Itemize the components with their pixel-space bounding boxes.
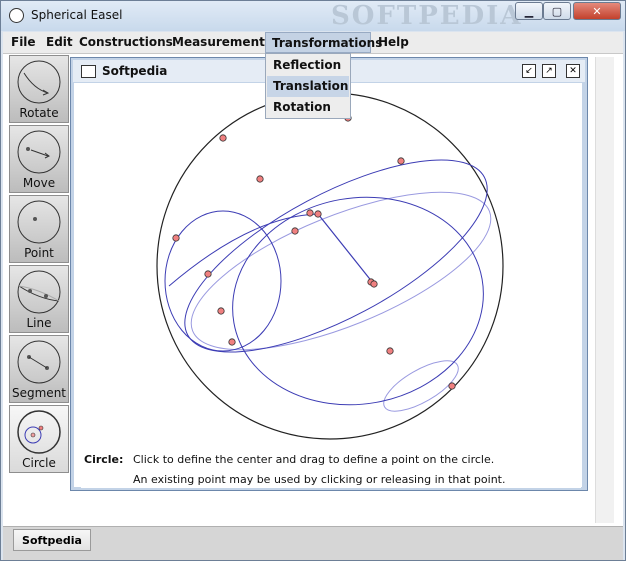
tool-label-segment: Segment — [12, 386, 66, 400]
tool-point[interactable]: Point — [9, 195, 69, 263]
app-icon — [9, 8, 24, 23]
circle-right — [232, 196, 484, 406]
tool-palette: Rotate Move Point Line Segment Circle — [9, 55, 69, 473]
maximize-button[interactable]: ▢ — [543, 2, 571, 20]
line-icon — [17, 270, 61, 314]
vertical-scrollbar[interactable] — [595, 57, 614, 523]
menu-transformations[interactable]: Transformations — [265, 32, 382, 53]
point-11 — [228, 338, 236, 346]
menu-file[interactable]: File — [5, 32, 42, 53]
tool-label-move: Move — [22, 176, 56, 190]
point-2 — [256, 175, 264, 183]
inner-window-icon — [81, 65, 96, 78]
segment-icon — [17, 340, 61, 384]
tool-label-line: Line — [26, 316, 52, 330]
hint-label: Circle: — [84, 453, 124, 466]
circle-left — [164, 210, 282, 352]
point-15 — [448, 382, 456, 390]
inner-window-title: Softpedia — [102, 64, 168, 78]
iconify-button[interactable]: ↙ — [522, 64, 536, 78]
rotate-icon — [17, 60, 61, 104]
move-icon — [17, 130, 61, 174]
point-14 — [386, 347, 394, 355]
inner-window: Softpedia ↙ ↗ ✕ — [70, 57, 588, 491]
arc-segment — [168, 213, 319, 287]
tool-rotate[interactable]: Rotate — [9, 55, 69, 123]
taskbar-item-softpedia[interactable]: Softpedia — [13, 529, 91, 551]
tool-label-point: Point — [24, 246, 54, 260]
point-9 — [204, 270, 212, 278]
point-5 — [172, 234, 180, 242]
circle-tool-icon — [17, 410, 61, 454]
title-bar: Spherical Easel SOFTPEDIA ▁ ▢ ✕ — [1, 1, 625, 31]
hint-panel: Circle: Click to define the center and d… — [81, 452, 581, 488]
menu-measurements[interactable]: Measurements — [166, 32, 278, 53]
point-13 — [370, 280, 378, 288]
tool-circle[interactable]: Circle — [9, 405, 69, 473]
segment — [317, 213, 374, 284]
menu-item-reflection[interactable]: Reflection — [267, 55, 349, 76]
watermark: SOFTPEDIA — [331, 1, 523, 31]
minimize-button[interactable]: ▁ — [515, 2, 543, 20]
transformations-dropdown: Reflection Translation Rotation — [265, 53, 351, 119]
great-circle-back — [190, 191, 492, 351]
point-4 — [397, 157, 405, 165]
tool-segment[interactable]: Segment — [9, 335, 69, 403]
menu-help[interactable]: Help — [372, 32, 415, 53]
tool-label-rotate: Rotate — [19, 106, 59, 120]
point-8 — [291, 227, 299, 235]
point-7 — [314, 210, 322, 218]
menu-bar: File Edit Constructions Measurements Tra… — [3, 32, 623, 54]
hint-line-1: Click to define the center and drag to d… — [133, 453, 495, 466]
menu-item-translation[interactable]: Translation — [267, 76, 349, 97]
task-bar: Softpedia — [3, 526, 623, 560]
point-1 — [219, 134, 227, 142]
tool-move[interactable]: Move — [9, 125, 69, 193]
menu-item-rotation[interactable]: Rotation — [267, 97, 349, 118]
point-6 — [306, 209, 314, 217]
point-10 — [217, 307, 225, 315]
app-window: Spherical Easel SOFTPEDIA ▁ ▢ ✕ File Edi… — [0, 0, 626, 561]
menu-constructions[interactable]: Constructions — [73, 32, 179, 53]
tool-line[interactable]: Line — [9, 265, 69, 333]
close-button[interactable]: ✕ — [573, 2, 621, 20]
sphere-canvas[interactable] — [74, 83, 582, 487]
maximize-inner-button[interactable]: ↗ — [542, 64, 556, 78]
point-icon — [17, 200, 61, 244]
close-inner-button[interactable]: ✕ — [566, 64, 580, 78]
tool-label-circle: Circle — [22, 456, 56, 470]
window-title: Spherical Easel — [31, 8, 123, 22]
hint-line-2: An existing point may be used by clickin… — [133, 473, 506, 486]
sphere-drawing — [156, 92, 504, 440]
